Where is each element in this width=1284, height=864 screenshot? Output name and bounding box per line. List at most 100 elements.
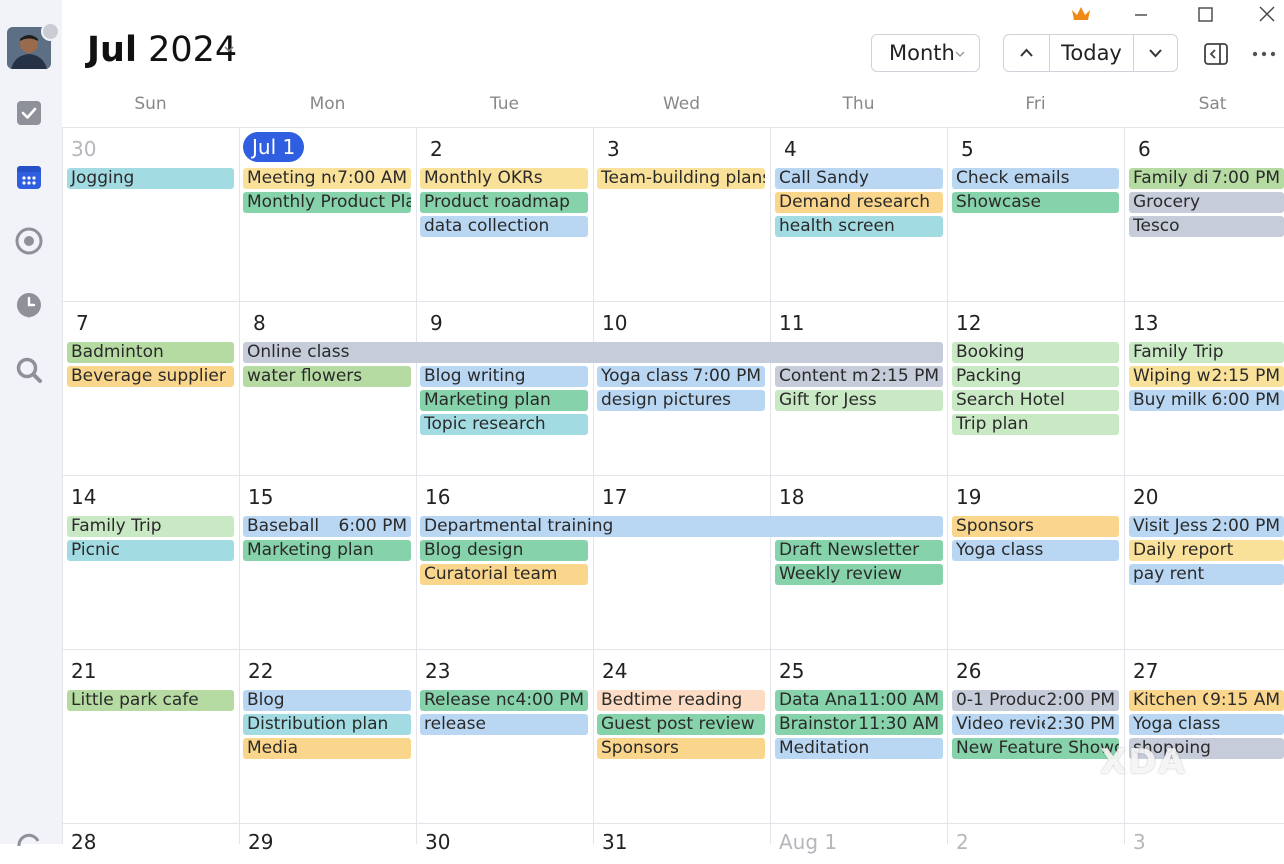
- event-chip[interactable]: Meeting no7:00 AM: [243, 168, 411, 189]
- event-title: Search Hotel: [956, 390, 1065, 410]
- event-chip[interactable]: Weekly review: [775, 564, 943, 585]
- event-chip[interactable]: Trip plan: [952, 414, 1119, 435]
- event-chip[interactable]: Demand research: [775, 192, 943, 213]
- event-chip[interactable]: Blog: [243, 690, 411, 711]
- target-icon[interactable]: [14, 226, 44, 256]
- event-chip[interactable]: Bedtime reading: [597, 690, 765, 711]
- event-chip[interactable]: Buy milk6:00 PM: [1129, 390, 1284, 411]
- event-chip[interactable]: Little park cafe: [67, 690, 234, 711]
- event-chip[interactable]: Marketing plan: [243, 540, 411, 561]
- event-chip[interactable]: Yoga class7:00 PM: [597, 366, 765, 387]
- event-title: Media: [247, 738, 298, 758]
- event-chip[interactable]: Blog design: [420, 540, 588, 561]
- event-chip[interactable]: Family Trip: [67, 516, 234, 537]
- chevron-up-icon[interactable]: [1004, 35, 1049, 71]
- event-chip[interactable]: Baseball6:00 PM: [243, 516, 411, 537]
- event-chip[interactable]: Video revie2:30 PM: [952, 714, 1119, 735]
- event-chip[interactable]: Monthly OKRs: [420, 168, 588, 189]
- event-chip[interactable]: Grocery: [1129, 192, 1284, 213]
- clock-icon[interactable]: [14, 290, 44, 320]
- event-chip[interactable]: Tesco: [1129, 216, 1284, 237]
- event-title: Baseball: [247, 516, 319, 536]
- more-icon[interactable]: [1251, 44, 1277, 64]
- maximize-icon[interactable]: [1194, 4, 1216, 26]
- event-chip[interactable]: Data Analy11:00 AM: [775, 690, 943, 711]
- page-title[interactable]: Jul 2024: [87, 30, 237, 70]
- event-chip[interactable]: Team-building plans: [597, 168, 765, 189]
- calendar-icon[interactable]: [14, 162, 44, 192]
- day-number: 30: [71, 137, 96, 161]
- event-chip-multiday[interactable]: Departmental training: [420, 516, 943, 537]
- event-chip[interactable]: Yoga class: [1129, 714, 1284, 735]
- today-button[interactable]: Today: [1050, 35, 1133, 71]
- event-chip[interactable]: Check emails: [952, 168, 1119, 189]
- event-chip[interactable]: Guest post review: [597, 714, 765, 735]
- event-chip[interactable]: Picnic: [67, 540, 234, 561]
- event-chip[interactable]: Draft Newsletter: [775, 540, 943, 561]
- event-chip[interactable]: Beverage supplier: [67, 366, 234, 387]
- event-chip[interactable]: New Feature Showca: [952, 738, 1119, 759]
- day-number: 14: [71, 485, 96, 509]
- view-select-button[interactable]: Month: [871, 34, 980, 72]
- event-chip[interactable]: Topic research: [420, 414, 588, 435]
- event-title: Release not: [424, 690, 524, 710]
- event-time: 2:15 PM: [1210, 366, 1284, 387]
- event-chip[interactable]: Family Trip: [1129, 342, 1284, 363]
- event-title: Blog writing: [424, 366, 526, 386]
- chevron-down-icon[interactable]: [1134, 35, 1178, 71]
- event-chip[interactable]: Showcase: [952, 192, 1119, 213]
- event-chip[interactable]: Sponsors: [952, 516, 1119, 537]
- event-chip[interactable]: Packing: [952, 366, 1119, 387]
- event-chip[interactable]: Call Sandy: [775, 168, 943, 189]
- day-number: 17: [602, 485, 627, 509]
- chevron-down-icon[interactable]: [223, 44, 235, 54]
- event-chip[interactable]: Blog writing: [420, 366, 588, 387]
- event-chip[interactable]: Visit Jess2:00 PM: [1129, 516, 1284, 537]
- event-title: Blog: [247, 690, 285, 710]
- event-chip[interactable]: health screen: [775, 216, 943, 237]
- event-chip[interactable]: Sponsors: [597, 738, 765, 759]
- event-chip[interactable]: Badminton: [67, 342, 234, 363]
- event-chip[interactable]: Search Hotel: [952, 390, 1119, 411]
- event-chip[interactable]: Monthly Product Pla: [243, 192, 411, 213]
- event-chip[interactable]: data collection: [420, 216, 588, 237]
- event-title: water flowers: [247, 366, 362, 386]
- event-chip[interactable]: Content ma2:15 PM: [775, 366, 943, 387]
- grid-line: [62, 649, 1284, 650]
- event-chip[interactable]: Jogging: [67, 168, 234, 189]
- panel-collapse-icon[interactable]: [1202, 40, 1230, 68]
- event-chip[interactable]: Curatorial team: [420, 564, 588, 585]
- event-title: Content ma: [779, 366, 879, 386]
- event-chip[interactable]: Media: [243, 738, 411, 759]
- event-chip[interactable]: 0-1 Product2:00 PM: [952, 690, 1119, 711]
- event-chip[interactable]: water flowers: [243, 366, 411, 387]
- event-chip[interactable]: Kitchen Cle9:15 AM: [1129, 690, 1284, 711]
- event-chip[interactable]: Product roadmap: [420, 192, 588, 213]
- event-chip[interactable]: Distribution plan: [243, 714, 411, 735]
- event-chip[interactable]: Daily report: [1129, 540, 1284, 561]
- day-number: 23: [425, 659, 450, 683]
- event-chip[interactable]: Brainstorm11:30 AM: [775, 714, 943, 735]
- event-chip[interactable]: Marketing plan: [420, 390, 588, 411]
- weekday-header: Sun: [62, 94, 239, 114]
- event-chip[interactable]: Wiping winc2:15 PM: [1129, 366, 1284, 387]
- event-chip[interactable]: Gift for Jess: [775, 390, 943, 411]
- event-title: Family Trip: [1133, 342, 1224, 362]
- event-title: Draft Newsletter: [779, 540, 919, 560]
- event-chip-multiday[interactable]: Online class: [243, 342, 943, 363]
- search-icon[interactable]: [14, 355, 44, 385]
- event-chip[interactable]: Family dinne7:00 PM: [1129, 168, 1284, 189]
- event-chip[interactable]: pay rent: [1129, 564, 1284, 585]
- day-number-today[interactable]: Jul 1: [243, 132, 304, 162]
- event-chip[interactable]: Booking: [952, 342, 1119, 363]
- checkbox-icon[interactable]: [14, 98, 44, 128]
- crown-icon[interactable]: [1070, 4, 1092, 22]
- event-chip[interactable]: Meditation: [775, 738, 943, 759]
- event-chip[interactable]: Release not4:00 PM: [420, 690, 588, 711]
- sync-icon[interactable]: [14, 830, 44, 860]
- event-chip[interactable]: Yoga class: [952, 540, 1119, 561]
- minimize-icon[interactable]: [1130, 4, 1152, 26]
- event-chip[interactable]: release: [420, 714, 588, 735]
- close-icon[interactable]: [1256, 4, 1278, 26]
- event-chip[interactable]: design pictures: [597, 390, 765, 411]
